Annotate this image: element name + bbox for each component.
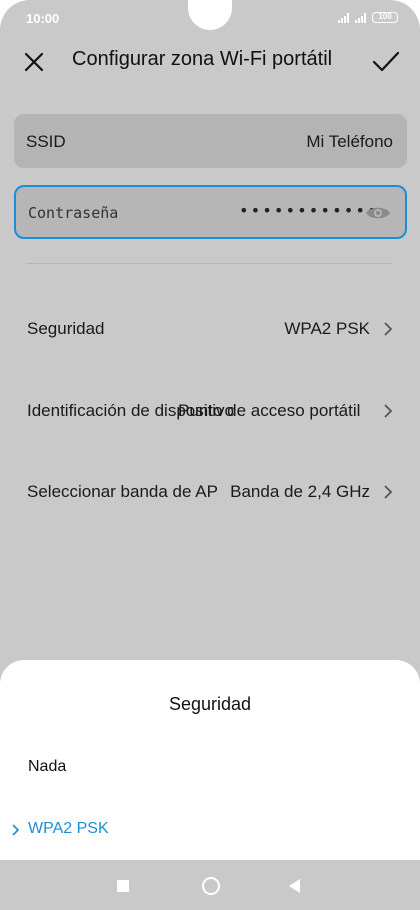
row-value: WPA2 PSK — [284, 319, 370, 338]
ssid-label: SSID — [26, 132, 66, 151]
page-title: Configurar zona Wi-Fi portátil — [72, 48, 333, 70]
option-label: WPA2 PSK — [28, 820, 109, 837]
signal-icon — [355, 12, 366, 23]
close-icon[interactable] — [20, 48, 48, 76]
option-label: Nada — [28, 758, 67, 775]
check-icon[interactable] — [370, 48, 402, 76]
back-icon[interactable] — [289, 879, 301, 893]
security-row[interactable]: Seguridad WPA2 PSK — [0, 309, 420, 349]
status-icons: 100 — [338, 12, 398, 23]
app-bar: Configurar zona Wi-Fi portátil — [0, 36, 420, 86]
camera-notch — [188, 0, 238, 32]
chevron-right-icon — [384, 322, 393, 336]
screen: 10:00 100 Configurar zona Wi-Fi portátil… — [0, 0, 420, 910]
battery-icon: 100 — [372, 12, 398, 23]
security-bottom-sheet: Seguridad Nada WPA2 PSK — [0, 660, 420, 860]
recents-icon[interactable] — [117, 880, 129, 892]
row-label: Seleccionar banda de AP — [27, 482, 218, 501]
row-value: Banda de 2,4 GHz — [230, 482, 370, 501]
selected-chevron-icon — [12, 824, 20, 836]
ap-band-row[interactable]: Seleccionar banda de AP Banda de 2,4 GHz — [0, 472, 420, 512]
ssid-field[interactable]: SSID Mi Teléfono — [14, 114, 407, 168]
sheet-title: Seguridad — [168, 694, 252, 714]
home-icon[interactable] — [202, 877, 220, 895]
signal-icon — [338, 12, 349, 23]
chevron-right-icon — [384, 404, 393, 418]
row-label: Seguridad — [27, 319, 105, 338]
status-bar: 10:00 100 — [0, 0, 420, 36]
divider — [26, 263, 392, 264]
row-value: Punto de acceso portátil — [178, 401, 361, 420]
chevron-right-icon — [384, 485, 393, 499]
navigation-bar — [0, 860, 420, 910]
option-nada[interactable]: Nada — [0, 748, 420, 788]
eye-icon[interactable] — [365, 203, 391, 223]
option-wpa2-psk[interactable]: WPA2 PSK — [0, 810, 420, 850]
password-label: Contraseña — [28, 204, 119, 222]
password-value: •••••••••••• — [239, 201, 379, 220]
status-time: 10:00 — [26, 11, 60, 26]
password-field[interactable]: Contraseña •••••••••••• — [14, 185, 407, 239]
ssid-value: Mi Teléfono — [306, 132, 393, 151]
device-id-row[interactable]: Identificación de dispositivo Punto de a… — [0, 391, 420, 431]
